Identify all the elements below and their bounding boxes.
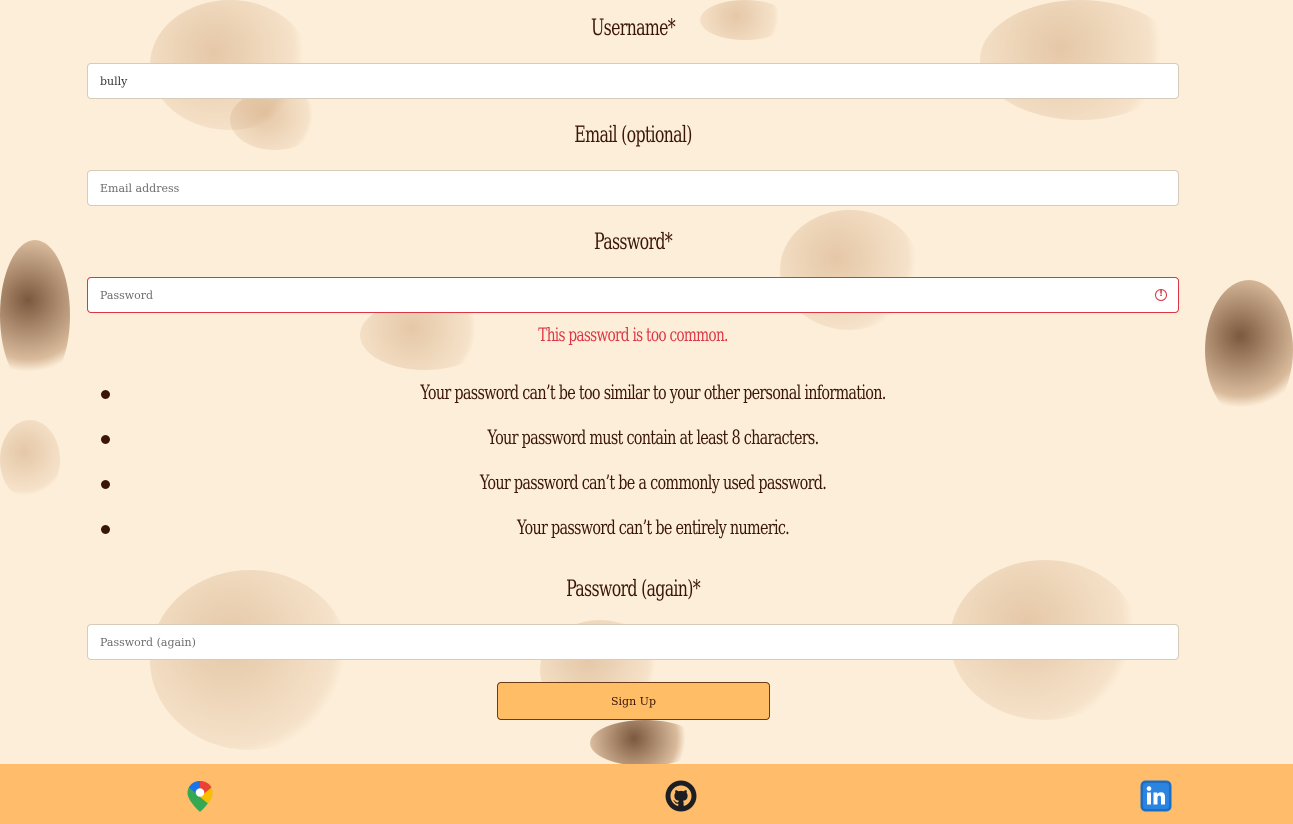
username-value: bully [100, 74, 128, 88]
error-icon: ! [1155, 289, 1167, 301]
bullet-icon [101, 390, 110, 399]
username-input[interactable]: bully [87, 63, 1179, 99]
list-item: Your password can’t be too similar to yo… [0, 380, 1293, 425]
password-again-label: Password (again)* [566, 577, 701, 602]
password-again-placeholder: Password (again) [100, 635, 196, 649]
password-label: Password* [594, 230, 673, 255]
email-input[interactable]: Email address [87, 170, 1179, 206]
bullet-icon [101, 525, 110, 534]
help-text: Your password can’t be entirely numeric. [516, 515, 790, 539]
bullet-icon [101, 435, 110, 444]
password-help-list: Your password can’t be too similar to yo… [0, 380, 1293, 560]
help-text: Your password must contain at least 8 ch… [487, 425, 820, 449]
help-text: Your password can’t be a commonly used p… [479, 470, 827, 494]
sign-up-button[interactable]: Sign Up [497, 682, 770, 720]
footer [0, 764, 1293, 824]
help-text: Your password can’t be too similar to yo… [420, 380, 886, 404]
list-item: Your password can’t be a commonly used p… [0, 470, 1293, 515]
list-item: Your password must contain at least 8 ch… [0, 425, 1293, 470]
password-placeholder: Password [100, 288, 154, 302]
github-icon[interactable] [665, 780, 697, 812]
password-input[interactable]: Password ! [87, 277, 1179, 313]
password-error-message: This password is too common. [538, 324, 728, 346]
username-label: Username* [591, 16, 676, 41]
list-item: Your password can’t be entirely numeric. [0, 515, 1293, 560]
google-maps-icon[interactable] [186, 780, 214, 813]
password-again-input[interactable]: Password (again) [87, 624, 1179, 660]
bullet-icon [101, 480, 110, 489]
linkedin-icon[interactable] [1140, 780, 1172, 812]
email-label: Email (optional) [574, 123, 692, 148]
email-placeholder: Email address [100, 181, 180, 195]
